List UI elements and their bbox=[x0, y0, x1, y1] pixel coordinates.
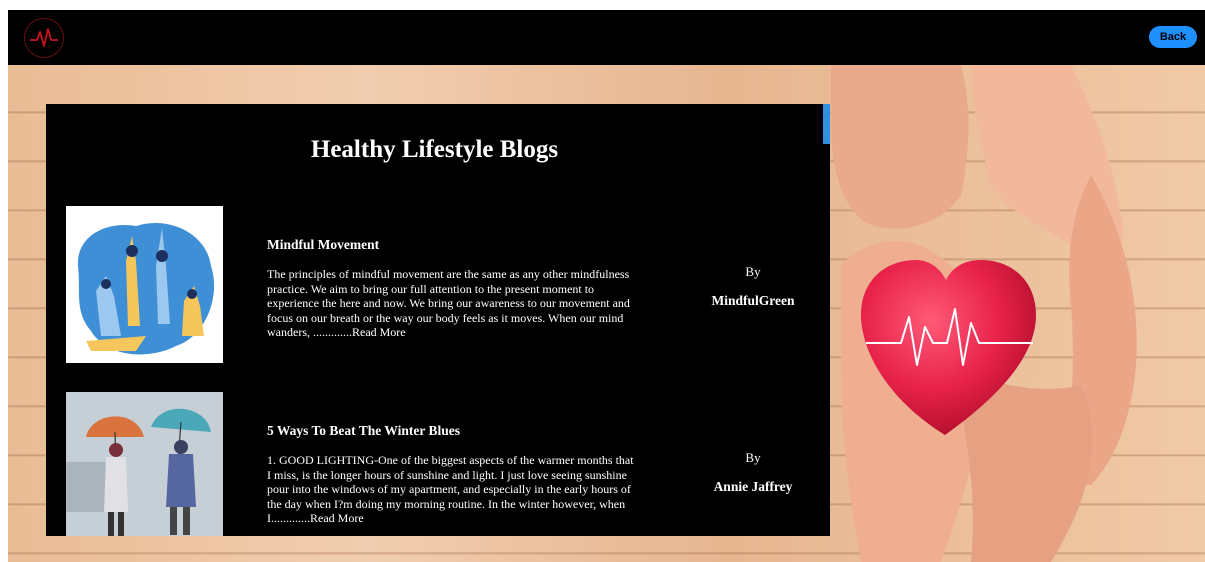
blog-post-title[interactable]: 5 Ways To Beat The Winter Blues bbox=[267, 423, 460, 439]
yoga-illustration[interactable] bbox=[66, 206, 223, 363]
author-name: Annie Jaffrey bbox=[713, 479, 793, 494]
hero-background: Healthy Lifestyle Blogs Mindful Movement… bbox=[8, 65, 1205, 562]
blog-post-card: Mindful Movement The principles of mindf… bbox=[66, 206, 823, 366]
blog-post-excerpt: 1. GOOD LIGHTING-One of the biggest aspe… bbox=[267, 453, 639, 526]
read-more-link[interactable]: Read More bbox=[310, 511, 364, 525]
winter-umbrella-photo[interactable] bbox=[66, 392, 223, 536]
hands-holding-heart-image bbox=[831, 65, 1137, 562]
blog-post-title[interactable]: Mindful Movement bbox=[267, 237, 379, 253]
page-title: Healthy Lifestyle Blogs bbox=[310, 136, 559, 163]
blog-post-card: 5 Ways To Beat The Winter Blues 1. GOOD … bbox=[66, 392, 823, 536]
blog-post-excerpt-text: The principles of mindful movement are t… bbox=[267, 267, 630, 339]
app-frame: Back Healthy Lifestyle Blogs Mindful Mov… bbox=[8, 10, 1205, 562]
top-navbar: Back bbox=[8, 10, 1205, 65]
blog-post-excerpt: The principles of mindful movement are t… bbox=[267, 267, 639, 340]
blogs-panel: Healthy Lifestyle Blogs Mindful Movement… bbox=[46, 104, 830, 536]
by-label: By bbox=[745, 264, 761, 279]
scrollbar-thumb[interactable] bbox=[823, 104, 830, 144]
heartbeat-logo-icon[interactable] bbox=[24, 18, 64, 58]
author-name: MindfulGreen bbox=[711, 293, 795, 308]
back-button[interactable]: Back bbox=[1149, 26, 1197, 48]
read-more-link[interactable]: Read More bbox=[352, 325, 406, 339]
by-label: By bbox=[745, 450, 761, 465]
